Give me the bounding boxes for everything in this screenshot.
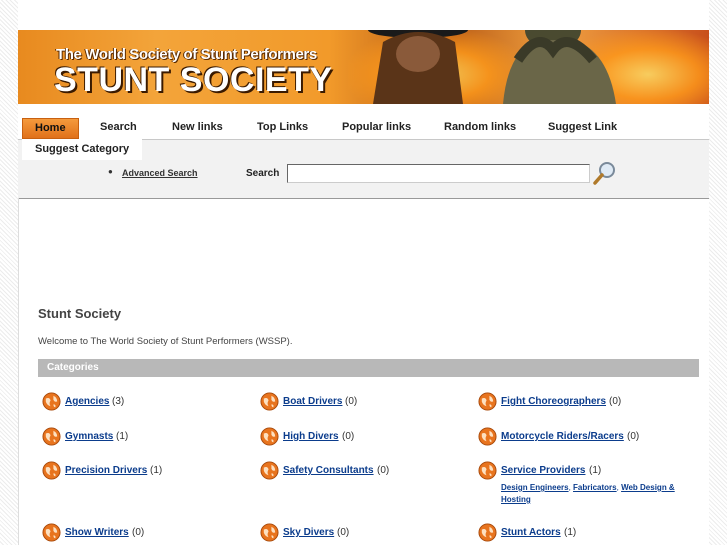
category-link[interactable]: Fight Choreographers [501,396,606,407]
site-banner[interactable]: The World Society of Stunt Performers ST… [18,30,709,104]
category-count: (1) [564,527,577,538]
search-label: Search [246,168,280,179]
nav-home[interactable]: Home [22,118,79,139]
category-count: (0) [337,527,350,538]
category-link[interactable]: High Divers [283,431,339,442]
category-link[interactable]: Service Providers [501,465,586,476]
globe-icon [478,392,497,411]
nav-popular-links[interactable]: Popular links [330,118,423,137]
category-count: (0) [377,465,390,476]
category-count: (0) [342,431,355,442]
welcome-text: Welcome to The World Society of Stunt Pe… [38,336,293,347]
globe-icon [260,427,279,446]
globe-icon [260,523,279,542]
category-count: (1) [116,431,129,442]
category-count: (1) [150,465,163,476]
nav-suggest-category[interactable]: Suggest Category [22,139,143,160]
category-link[interactable]: Safety Consultants [283,465,374,476]
categories-header: Categories [38,359,699,377]
main-content: Stunt Society Welcome to The World Socie… [18,198,709,545]
category-link[interactable]: Sky Divers [283,527,334,538]
subcategory-link[interactable]: Design Engineers [501,483,569,492]
subcategory-list: Design Engineers, Fabricators, Web Desig… [501,483,675,504]
category-link[interactable]: Stunt Actors [501,527,561,538]
category-count: (0) [132,527,145,538]
cowboy-hat-figure [368,30,468,104]
page: The World Society of Stunt Performers ST… [18,0,709,545]
banner-brand-title: STUNT SOCIETY [54,61,333,99]
globe-icon [478,523,497,542]
globe-icon [478,427,497,446]
globe-icon [42,427,61,446]
globe-icon [478,461,497,480]
nav-search[interactable]: Search [88,118,149,137]
category-link[interactable]: Agencies [65,396,109,407]
globe-icon [42,392,61,411]
category-link[interactable]: Show Writers [65,527,129,538]
category-link[interactable]: Precision Drivers [65,465,147,476]
category-link[interactable]: Gymnasts [65,431,113,442]
category-count: (1) [589,465,602,476]
nav-new-links[interactable]: New links [160,118,235,137]
bullet-icon: ● [108,167,113,176]
globe-icon [260,392,279,411]
globe-icon [42,461,61,480]
nav-random-links[interactable]: Random links [432,118,528,137]
nav-suggest-link[interactable]: Suggest Link [536,118,629,137]
nav-top-links[interactable]: Top Links [245,118,320,137]
magnifier-icon[interactable] [592,160,618,186]
globe-icon [260,461,279,480]
page-title: Stunt Society [38,306,122,321]
subcategory-link[interactable]: Fabricators [573,483,617,492]
advanced-search-link[interactable]: Advanced Search [122,168,198,178]
category-count: (3) [112,396,125,407]
category-count: (0) [627,431,640,442]
soldier-figure [503,30,616,104]
search-input[interactable] [287,164,590,183]
category-link[interactable]: Motorcycle Riders/Racers [501,431,624,442]
category-link[interactable]: Boat Drivers [283,396,342,407]
globe-icon [42,523,61,542]
category-count: (0) [345,396,358,407]
category-count: (0) [609,396,622,407]
